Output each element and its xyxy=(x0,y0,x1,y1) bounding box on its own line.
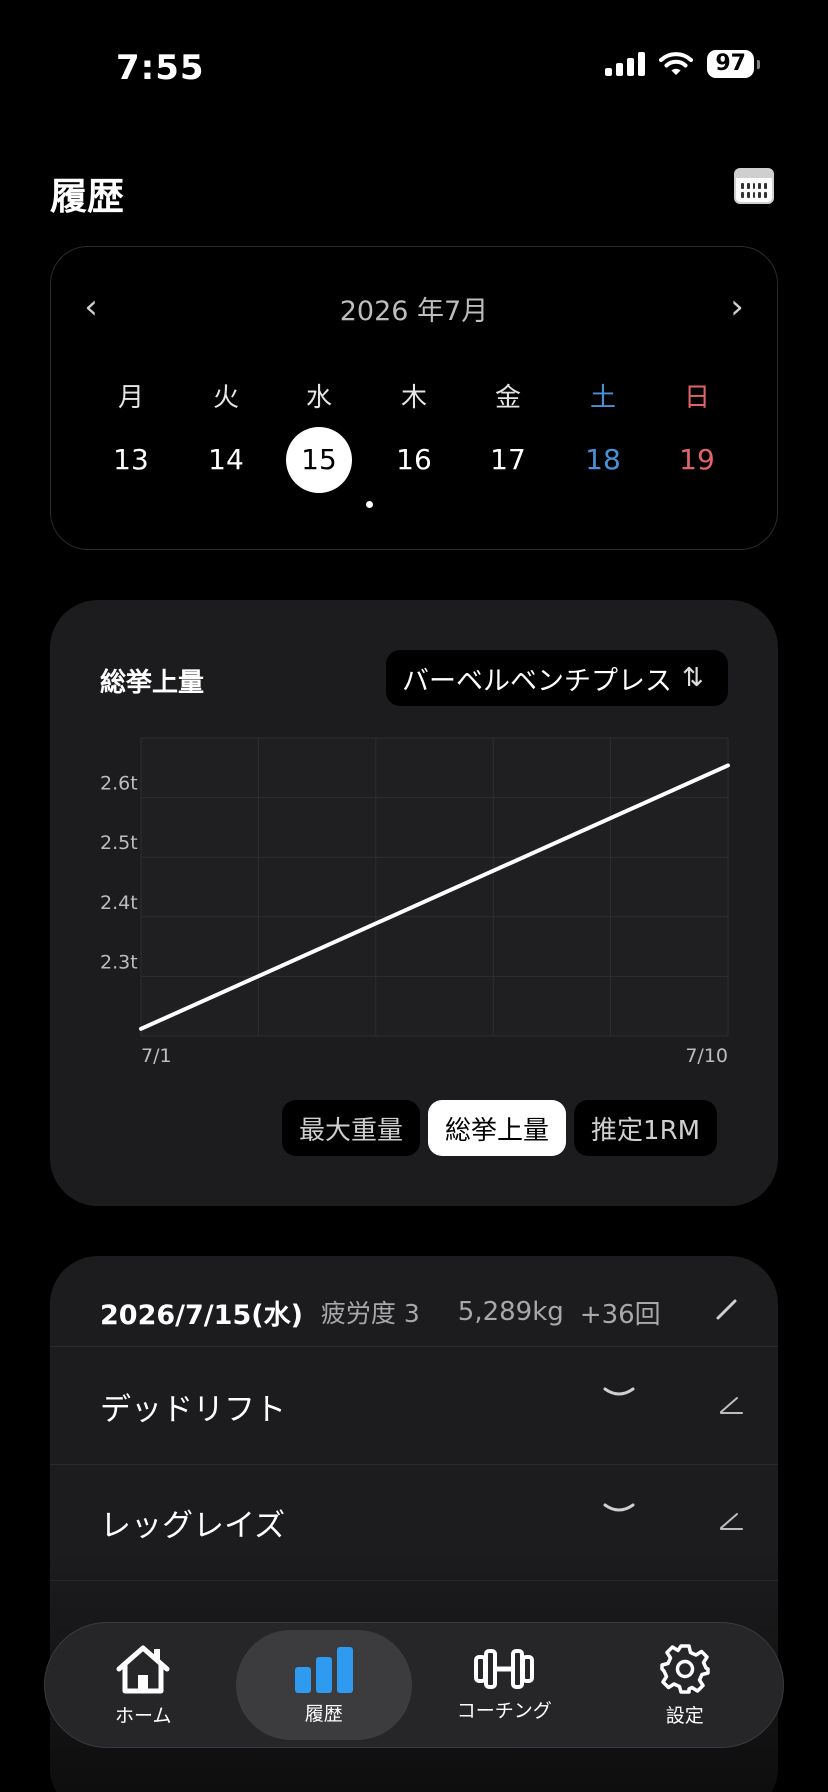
day-cell[interactable]: 18 xyxy=(570,427,636,493)
log-header: 2026/7/15(水) 疲労度 3 5,289kg +36回 xyxy=(100,1292,740,1332)
divider xyxy=(50,1346,778,1347)
home-icon xyxy=(116,1645,170,1693)
week-calendar: ‹ 2026 年7月 › 月 火 水 木 金 土 日 13 14 15 16 1… xyxy=(50,246,778,550)
status-bar: 7:55 97 xyxy=(0,0,828,130)
calendar-icon[interactable] xyxy=(734,168,774,204)
metric-tab-total-volume[interactable]: 総挙上量 xyxy=(428,1100,567,1156)
x-tick-label: 7/10 xyxy=(685,1045,728,1067)
edit-workout-icon[interactable] xyxy=(714,1296,740,1322)
month-nav: ‹ 2026 年7月 › xyxy=(51,287,777,327)
gear-icon xyxy=(660,1643,710,1694)
x-tick-label: 7/1 xyxy=(141,1045,172,1067)
edit-icon[interactable] xyxy=(718,1392,744,1416)
status-icons: 97 xyxy=(605,50,760,78)
y-tick-label: 2.6t xyxy=(100,773,138,795)
status-time: 7:55 xyxy=(116,48,205,88)
workout-indicator-dot xyxy=(366,501,373,508)
day-cell[interactable]: 14 xyxy=(193,427,259,493)
bar-chart-icon xyxy=(294,1646,353,1693)
y-tick-label: 2.4t xyxy=(100,892,138,914)
weekday-label: 日 xyxy=(683,383,710,413)
month-label: 2026 年7月 xyxy=(339,296,489,327)
day-cell[interactable]: 19 xyxy=(664,427,730,493)
weekday-label: 水 xyxy=(305,383,332,413)
tab-label: 設定 xyxy=(665,1704,704,1727)
tab-bar: ホーム 履歴 コーチング 設定 xyxy=(44,1622,784,1748)
tab-coaching[interactable]: コーチング xyxy=(416,1630,592,1740)
tab-history[interactable]: 履歴 xyxy=(235,1630,412,1740)
weekday-label: 土 xyxy=(589,383,616,413)
weekday-label: 木 xyxy=(400,383,427,413)
cellular-signal-icon xyxy=(605,52,646,76)
day-cell[interactable]: 13 xyxy=(98,427,164,493)
tab-label: 履歴 xyxy=(304,1702,343,1725)
tab-settings[interactable]: 設定 xyxy=(597,1630,773,1740)
log-date: 2026/7/15(水) xyxy=(100,1299,303,1331)
day-cell[interactable]: 17 xyxy=(475,427,541,493)
chevron-down-icon[interactable] xyxy=(602,1500,636,1520)
total-volume: 5,289kg xyxy=(457,1297,564,1327)
weekday-label: 月 xyxy=(117,383,144,413)
edit-icon[interactable] xyxy=(718,1508,744,1532)
tab-label: ホーム xyxy=(115,1704,172,1727)
day-cell-selected[interactable]: 15 xyxy=(286,427,352,493)
wifi-icon xyxy=(659,52,694,75)
metric-tab-estimated-1rm[interactable]: 推定1RM xyxy=(574,1100,718,1156)
y-tick-label: 2.5t xyxy=(100,832,138,854)
tab-label: コーチング xyxy=(456,1699,552,1722)
weekday-label: 火 xyxy=(212,383,239,413)
exercise-name: レッグレイズ xyxy=(100,1508,286,1544)
next-week-button[interactable]: › xyxy=(717,287,757,327)
chevron-down-icon[interactable] xyxy=(602,1384,636,1404)
line-chart: 2.3t 2.4t 2.5t 2.6t 7/1 7/10 xyxy=(100,737,730,1067)
y-tick-label: 2.3t xyxy=(100,951,138,973)
day-cell[interactable]: 16 xyxy=(381,427,447,493)
exercise-name: デッドリフト xyxy=(100,1392,286,1428)
total-reps: +36回 xyxy=(579,1299,661,1330)
tab-home[interactable]: ホーム xyxy=(55,1630,231,1740)
weekday-label: 金 xyxy=(494,383,521,413)
metric-tab-max-weight[interactable]: 最大重量 xyxy=(282,1100,421,1156)
dumbbell-icon xyxy=(474,1648,535,1689)
progress-chart-card: 総挙上量 バーベルベンチプレス ⇅ 2.3t 2.4t 2.5t 2.6t 7/1 7/1… xyxy=(50,600,778,1206)
page-title: 履歴 xyxy=(50,175,124,218)
fatigue-level: 疲労度 3 xyxy=(320,1299,420,1328)
battery-indicator: 97 xyxy=(707,50,760,78)
metric-tabs: 最大重量 総挙上量 推定1RM xyxy=(282,1100,718,1156)
exercise-row[interactable]: デッドリフト xyxy=(50,1348,778,1464)
